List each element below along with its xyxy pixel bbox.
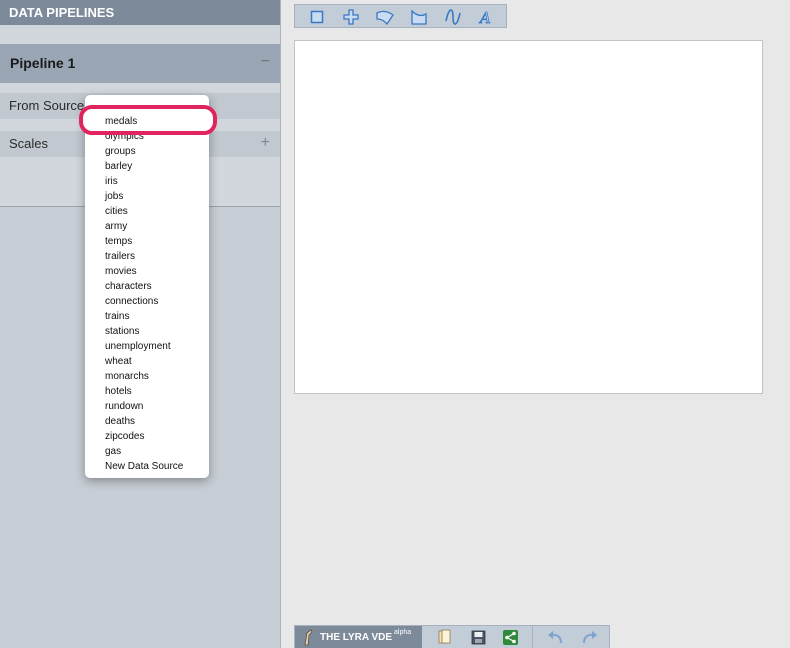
dropdown-option[interactable]: trains <box>105 309 129 324</box>
source-label: From Source <box>9 98 85 113</box>
share-icon[interactable] <box>500 628 520 646</box>
dropdown-option[interactable]: characters <box>105 279 152 294</box>
dropdown-option[interactable]: temps <box>105 234 132 249</box>
undo-icon[interactable] <box>545 628 565 646</box>
dropdown-option[interactable]: iris <box>105 174 118 189</box>
dropdown-option[interactable]: connections <box>105 294 158 309</box>
dropdown-option[interactable]: gas <box>105 444 121 459</box>
text-mark-icon[interactable]: A <box>475 7 497 27</box>
area-mark-icon[interactable] <box>408 7 430 27</box>
dropdown-option[interactable]: stations <box>105 324 139 339</box>
scales-label: Scales <box>9 136 49 151</box>
dropdown-option[interactable]: jobs <box>105 189 123 204</box>
dropdown-option[interactable]: New Data Source <box>105 459 183 474</box>
rect-mark-icon[interactable] <box>306 7 328 27</box>
dropdown-option[interactable]: trailers <box>105 249 135 264</box>
sidebar-title: DATA PIPELINES <box>0 0 280 25</box>
save-icon[interactable] <box>468 628 488 646</box>
dropdown-option[interactable]: cities <box>105 204 128 219</box>
pipeline-header[interactable]: Pipeline 1 − <box>0 44 280 83</box>
dropdown-option[interactable]: movies <box>105 264 137 279</box>
pipeline-title[interactable]: Pipeline 1 <box>10 55 75 71</box>
selected-option-label[interactable]: medals <box>105 116 137 127</box>
open-icon[interactable] <box>435 628 455 646</box>
dropdown-option[interactable]: hotels <box>105 384 132 399</box>
visualization-canvas[interactable] <box>294 40 763 394</box>
dropdown-option[interactable]: monarchs <box>105 369 149 384</box>
dropdown-option[interactable]: rundown <box>105 399 143 414</box>
sidebar-spacer <box>0 25 280 44</box>
arc-mark-icon[interactable] <box>374 7 396 27</box>
app-version-tag: alpha <box>394 629 412 636</box>
svg-text:A: A <box>478 9 491 25</box>
line-mark-icon[interactable] <box>442 7 464 27</box>
selected-option-medals[interactable]: medals <box>79 105 217 135</box>
lyra-logo-icon <box>304 629 313 646</box>
dropdown-option[interactable]: deaths <box>105 414 135 429</box>
dropdown-option[interactable]: zipcodes <box>105 429 144 444</box>
add-scale-button[interactable]: + <box>261 134 270 152</box>
app-brand: THE LYRA VDE alpha <box>295 626 422 648</box>
dropdown-option[interactable]: barley <box>105 159 132 174</box>
dropdown-option[interactable]: unemployment <box>105 339 171 354</box>
toolbar-separator <box>532 626 533 648</box>
dropdown-option[interactable]: army <box>105 219 127 234</box>
data-source-dropdown[interactable]: olympics groups barley iris jobs cities army te… <box>85 95 209 478</box>
redo-icon[interactable] <box>579 628 599 646</box>
app-name: THE LYRA VDE <box>320 632 393 643</box>
bottom-toolbar: THE LYRA VDE alpha <box>294 625 610 648</box>
symbol-mark-icon[interactable] <box>340 7 362 27</box>
dropdown-option[interactable]: wheat <box>105 354 132 369</box>
collapse-pipeline-button[interactable]: − <box>261 53 270 71</box>
mark-toolbar: A <box>294 4 507 28</box>
dropdown-option[interactable]: groups <box>105 144 136 159</box>
